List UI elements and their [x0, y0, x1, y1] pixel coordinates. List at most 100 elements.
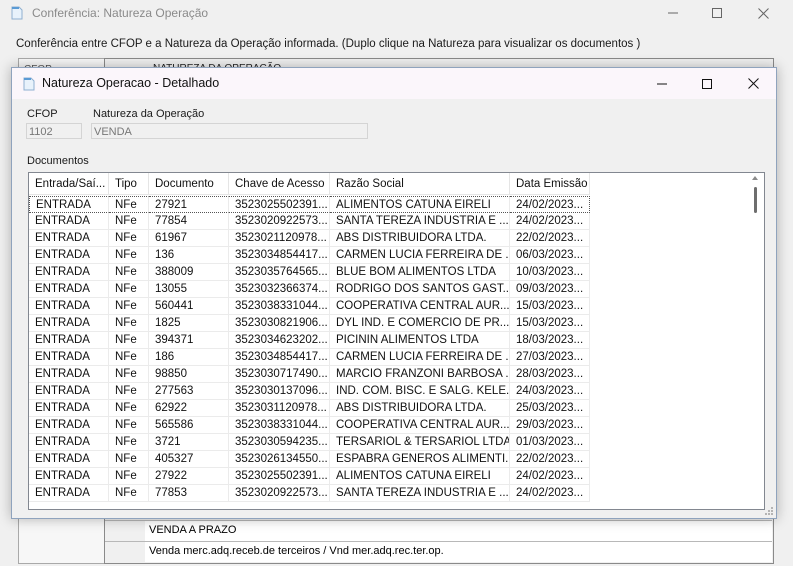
cell-data-emissao: 15/03/2023... [510, 298, 590, 315]
cell-data-emissao: 22/02/2023... [510, 451, 590, 468]
cell-chave-acesso: 3523031120978... [229, 400, 330, 417]
cell-data-emissao: 06/03/2023... [510, 247, 590, 264]
cell-entrada-saida: ENTRADA [29, 468, 109, 485]
dialog-titlebar: Natureza Operacao - Detalhado [12, 68, 776, 99]
table-row[interactable]: ENTRADA NFe 77853 3523020922573... SANTA TER… [29, 485, 590, 502]
cell-tipo: NFe [109, 264, 149, 281]
dialog-title: Natureza Operacao - Detalhado [42, 76, 220, 90]
documentos-label: Documentos [27, 155, 89, 167]
table-row[interactable]: ENTRADA NFe 1825 3523030821906... DYL IND. E… [29, 315, 590, 332]
minimize-button[interactable] [650, 0, 696, 26]
cell-entrada-saida: ENTRADA [29, 213, 109, 230]
cell-documento: 565586 [149, 417, 229, 434]
cell-entrada-saida: ENTRADA [29, 230, 109, 247]
table-row[interactable]: ENTRADA NFe 277563 3523030137096... IND. COM… [29, 383, 590, 400]
grid-rows: ENTRADA NFe 27921 3523025502391... ALIMENTOS… [29, 196, 590, 502]
cell-data-emissao: 24/02/2023... [510, 468, 590, 485]
column-header-data-emissao[interactable]: Data Emissão [510, 173, 590, 195]
cell-documento: 3721 [149, 434, 229, 451]
cell-chave-acesso: 3523038331044... [229, 417, 330, 434]
cell-documento: 1825 [149, 315, 229, 332]
background-row[interactable]: Venda merc.adq.receb.de terceiros / Vnd … [145, 541, 772, 562]
cell-documento: 61967 [149, 230, 229, 247]
cell-data-emissao: 27/03/2023... [510, 349, 590, 366]
cell-razao-social: CARMEN LUCIA FERREIRA DE ... [330, 349, 510, 366]
column-header-entrada-saida[interactable]: Entrada/Saí... [29, 173, 109, 195]
dialog-close-button[interactable] [730, 68, 776, 99]
table-row[interactable]: ENTRADA NFe 405327 3523026134550... ESPABRA … [29, 451, 590, 468]
cell-entrada-saida: ENTRADA [29, 315, 109, 332]
cell-documento: 77853 [149, 485, 229, 502]
cell-razao-social: ABS DISTRIBUIDORA LTDA. [330, 400, 510, 417]
table-row[interactable]: ENTRADA NFe 13055 3523032366374... RODRIGO D… [29, 281, 590, 298]
close-icon [757, 7, 769, 19]
table-row[interactable]: ENTRADA NFe 560441 3523038331044... COOPERAT… [29, 298, 590, 315]
column-header-chave-acesso[interactable]: Chave de Acesso [229, 173, 330, 195]
resize-grip-icon[interactable] [764, 506, 774, 516]
column-header-documento[interactable]: Documento [149, 173, 229, 195]
table-row[interactable]: ENTRADA NFe 61967 3523021120978... ABS DISTR… [29, 230, 590, 247]
column-header-razao-social[interactable]: Razão Social [330, 173, 510, 195]
table-row[interactable]: ENTRADA NFe 62922 3523031120978... ABS DISTR… [29, 400, 590, 417]
cell-razao-social: CARMEN LUCIA FERREIRA DE ... [330, 247, 510, 264]
cell-documento: 98850 [149, 366, 229, 383]
scroll-up-icon[interactable] [752, 176, 758, 180]
column-header-tipo[interactable]: Tipo [109, 173, 149, 195]
cell-data-emissao: 09/03/2023... [510, 281, 590, 298]
cell-razao-social: BLUE BOM ALIMENTOS LTDA [330, 264, 510, 281]
dialog-minimize-button[interactable] [639, 68, 685, 99]
maximize-button[interactable] [694, 0, 740, 26]
table-row[interactable]: ENTRADA NFe 27922 3523025502391... ALIMENTOS… [29, 468, 590, 485]
cell-tipo: NFe [109, 451, 149, 468]
scrollbar-thumb[interactable] [754, 187, 757, 213]
cell-razao-social: DYL IND. E COMERCIO DE PR... [330, 315, 510, 332]
table-row[interactable]: ENTRADA NFe 186 3523034854417... CARMEN LUCI… [29, 349, 590, 366]
row-selector [105, 541, 145, 562]
background-row-text: VENDA A PRAZO [149, 524, 237, 536]
background-row-text: Venda merc.adq.receb.de terceiros / Vnd … [149, 545, 444, 557]
table-row[interactable]: ENTRADA NFe 27921 3523025502391... ALIMENTOS… [29, 196, 590, 213]
background-row[interactable]: VENDA A PRAZO [145, 520, 772, 541]
cell-tipo: NFe [109, 485, 149, 502]
documents-grid[interactable]: Entrada/Saí... Tipo Documento Chave de A… [28, 172, 765, 510]
table-row[interactable]: ENTRADA NFe 565586 3523038331044... COOPERAT… [29, 417, 590, 434]
cell-tipo: NFe [109, 213, 149, 230]
cell-data-emissao: 24/02/2023... [510, 213, 590, 230]
cell-data-emissao: 10/03/2023... [510, 264, 590, 281]
vertical-scrollbar[interactable] [747, 173, 764, 509]
cell-chave-acesso: 3523025502391... [229, 196, 330, 213]
cell-data-emissao: 24/03/2023... [510, 383, 590, 400]
cell-entrada-saida: ENTRADA [29, 383, 109, 400]
document-icon [23, 77, 35, 91]
cell-chave-acesso: 3523021120978... [229, 230, 330, 247]
table-row[interactable]: ENTRADA NFe 3721 3523030594235... TERSARIOL … [29, 434, 590, 451]
cell-chave-acesso: 3523034623202... [229, 332, 330, 349]
natureza-field[interactable]: VENDA [91, 123, 368, 139]
cell-chave-acesso: 3523030137096... [229, 383, 330, 400]
cell-data-emissao: 22/02/2023... [510, 230, 590, 247]
table-row[interactable]: ENTRADA NFe 388009 3523035764565... BLUE BOM… [29, 264, 590, 281]
cell-tipo: NFe [109, 230, 149, 247]
table-row[interactable]: ENTRADA NFe 136 3523034854417... CARMEN LUCI… [29, 247, 590, 264]
cell-chave-acesso: 3523034854417... [229, 247, 330, 264]
table-row[interactable]: ENTRADA NFe 394371 3523034623202... PICININ … [29, 332, 590, 349]
cell-documento: 394371 [149, 332, 229, 349]
background-description: Conferência entre CFOP e a Natureza da O… [16, 38, 641, 50]
cell-data-emissao: 15/03/2023... [510, 315, 590, 332]
cfop-field[interactable]: 1102 [26, 123, 82, 139]
cell-documento: 13055 [149, 281, 229, 298]
dialog-maximize-button[interactable] [684, 68, 730, 99]
cell-chave-acesso: 3523032366374... [229, 281, 330, 298]
table-row[interactable]: ENTRADA NFe 77854 3523020922573... SANTA TER… [29, 213, 590, 230]
cell-razao-social: SANTA TEREZA INDUSTRIA E ... [330, 485, 510, 502]
cell-tipo: NFe [109, 247, 149, 264]
cell-tipo: NFe [109, 196, 149, 213]
cell-entrada-saida: ENTRADA [29, 281, 109, 298]
row-selector [105, 520, 145, 541]
cell-documento: 405327 [149, 451, 229, 468]
cell-entrada-saida: ENTRADA [29, 247, 109, 264]
close-button[interactable] [740, 0, 786, 26]
table-row[interactable]: ENTRADA NFe 98850 3523030717490... MARCIO FR… [29, 366, 590, 383]
cell-razao-social: COOPERATIVA CENTRAL AUR... [330, 298, 510, 315]
maximize-icon [712, 8, 722, 18]
